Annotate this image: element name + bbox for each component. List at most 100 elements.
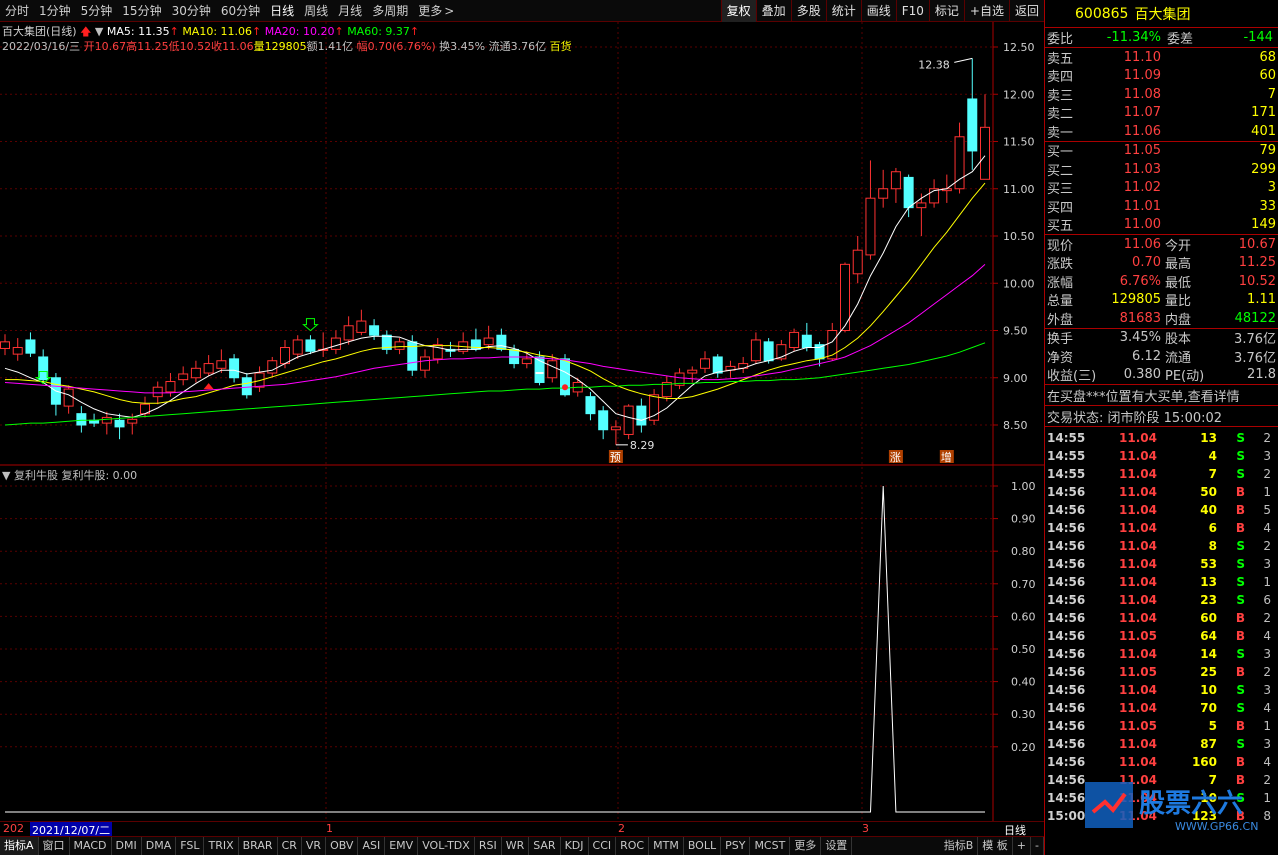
indicator-tab-5[interactable]: FSL — [176, 837, 205, 855]
bids-row[interactable]: 买二 11.03 299 — [1045, 160, 1278, 179]
candle-body[interactable] — [610, 426, 621, 431]
candle-body[interactable] — [343, 325, 354, 341]
indicator-tab-16[interactable]: SAR — [529, 837, 561, 855]
toolbar-button-6[interactable]: 标记 — [928, 0, 964, 22]
candle-body[interactable] — [903, 176, 914, 209]
candle-body[interactable] — [25, 339, 36, 354]
indicator-tab-18[interactable]: CCI — [589, 837, 617, 855]
indicator-tab-8[interactable]: CR — [278, 837, 302, 855]
candle-body[interactable] — [101, 416, 112, 424]
candle-body[interactable] — [165, 381, 176, 393]
candle-body[interactable] — [483, 337, 494, 346]
chevron-down-icon[interactable]: ▼ — [2, 469, 10, 482]
indicator-tab-2[interactable]: MACD — [70, 837, 112, 855]
bids-row[interactable]: 买四 11.01 33 — [1045, 197, 1278, 216]
asks-row[interactable]: 卖五 11.10 68 — [1045, 48, 1278, 67]
indicator-tab-4[interactable]: DMA — [142, 837, 177, 855]
indicator-tab-6[interactable]: TRIX — [204, 837, 239, 855]
candle-body[interactable] — [712, 356, 723, 374]
indicator-tab-13[interactable]: VOL-TDX — [418, 837, 475, 855]
candle-body[interactable] — [12, 347, 23, 355]
indicator-tab-1[interactable]: 窗口 — [39, 837, 70, 855]
indicator-tab-28[interactable]: + — [1013, 837, 1032, 855]
indicator-tab-21[interactable]: BOLL — [684, 837, 722, 855]
candle-body[interactable] — [801, 334, 812, 349]
candle-body[interactable] — [178, 373, 189, 381]
indicator-tab-25[interactable]: 设置 — [821, 837, 853, 855]
indicator-tab-24[interactable]: 更多 — [790, 837, 822, 855]
indicator-tab-20[interactable]: MTM — [649, 837, 684, 855]
period-tab-9[interactable]: 多周期 — [367, 0, 413, 22]
candle-body[interactable] — [280, 347, 290, 365]
period-tab-1[interactable]: 1分钟 — [34, 0, 76, 22]
candle-body[interactable] — [789, 331, 800, 349]
candle-body[interactable] — [598, 410, 609, 431]
indicator-tab-9[interactable]: VR — [302, 837, 327, 855]
bids-row[interactable]: 买三 11.02 3 — [1045, 179, 1278, 197]
indicator-tab-26[interactable]: 指标B — [940, 837, 979, 855]
event-marker-text[interactable]: 预 — [610, 451, 621, 464]
candle-body[interactable] — [547, 360, 558, 379]
period-tab-10[interactable]: 更多 — [413, 0, 447, 22]
asks-row[interactable]: 卖四 11.09 60 — [1045, 67, 1278, 85]
candle-body[interactable] — [687, 369, 698, 374]
indicator-tab-22[interactable]: PSY — [721, 837, 751, 855]
toolbar-button-7[interactable]: +自选 — [963, 0, 1009, 22]
event-marker-text[interactable]: 涨 — [890, 451, 901, 464]
candle-body[interactable] — [216, 360, 227, 369]
event-marker-text[interactable]: 增 — [941, 450, 952, 464]
period-tab-8[interactable]: 月线 — [333, 0, 367, 22]
candle-body[interactable] — [585, 396, 596, 415]
indicator-tab-12[interactable]: EMV — [385, 837, 419, 855]
candle-body[interactable] — [420, 356, 430, 371]
candle-body[interactable] — [814, 344, 825, 360]
notice-row[interactable]: 在买盘***位置有大买单,查看详情 — [1045, 385, 1278, 406]
indicator-tab-10[interactable]: OBV — [326, 837, 359, 855]
candle-body[interactable] — [763, 341, 774, 362]
candle-body[interactable] — [521, 358, 532, 365]
candle-body[interactable] — [63, 388, 74, 407]
indicator-tab-7[interactable]: BRAR — [239, 837, 278, 855]
candle-body[interactable] — [865, 197, 876, 256]
period-tab-2[interactable]: 5分钟 — [76, 0, 118, 22]
period-tab-7[interactable]: 周线 — [299, 0, 333, 22]
candle-body[interactable] — [241, 377, 252, 396]
candle-body[interactable] — [954, 136, 965, 190]
candle-body[interactable] — [967, 98, 978, 152]
chevron-down-icon[interactable]: ▼ — [95, 25, 103, 38]
candle-body[interactable] — [980, 126, 990, 180]
candle-body[interactable] — [916, 202, 927, 209]
period-tab-3[interactable]: 15分钟 — [117, 0, 166, 22]
tick-list[interactable]: 14:55 11.04 13 S 2 14:55 11.04 4 S 3 14:55 11.04 7 S 2… — [1045, 427, 1278, 825]
indicator-tab-15[interactable]: WR — [502, 837, 530, 855]
asks-row[interactable]: 卖二 11.07 171 — [1045, 104, 1278, 122]
candle-body[interactable] — [229, 358, 240, 379]
indicator-tab-29[interactable]: - — [1031, 837, 1044, 855]
period-tab-0[interactable]: 分时 — [0, 0, 34, 22]
candle-body[interactable] — [852, 249, 863, 275]
candle-body[interactable] — [636, 405, 647, 426]
toolbar-button-5[interactable]: F10 — [895, 0, 929, 22]
candle-body[interactable] — [38, 356, 49, 381]
indicator-tab-17[interactable]: KDJ — [561, 837, 589, 855]
notice-text[interactable]: 在买盘***位置有大买单,查看详情 — [1047, 386, 1240, 405]
bids-row[interactable]: 买五 11.00 149 — [1045, 216, 1278, 234]
candle-body[interactable] — [509, 348, 520, 365]
asks-row[interactable]: 卖三 11.08 7 — [1045, 85, 1278, 104]
indicator-tab-19[interactable]: ROC — [616, 837, 650, 855]
candle-body[interactable] — [330, 337, 341, 350]
candle-body[interactable] — [203, 363, 214, 374]
candle-body[interactable] — [496, 334, 507, 350]
candle-body[interactable] — [890, 171, 901, 190]
kline-chart[interactable]: 12.50 12.00 11.50 11.00 10.50 10.00 9.50 9.00 8.… — [0, 22, 1044, 822]
toolbar-button-8[interactable]: 返回 — [1008, 0, 1044, 22]
indicator-tab-23[interactable]: MCST — [750, 837, 791, 855]
candle-body[interactable] — [190, 367, 201, 379]
candle-body[interactable] — [127, 418, 138, 424]
indicator-tab-14[interactable]: RSI — [475, 837, 502, 855]
toolbar-button-4[interactable]: 画线 — [860, 0, 896, 22]
period-tab-6[interactable]: 日线 — [265, 0, 299, 22]
candle-body[interactable] — [750, 339, 761, 362]
candle-body[interactable] — [292, 339, 303, 355]
indicator-tab-3[interactable]: DMI — [112, 837, 142, 855]
